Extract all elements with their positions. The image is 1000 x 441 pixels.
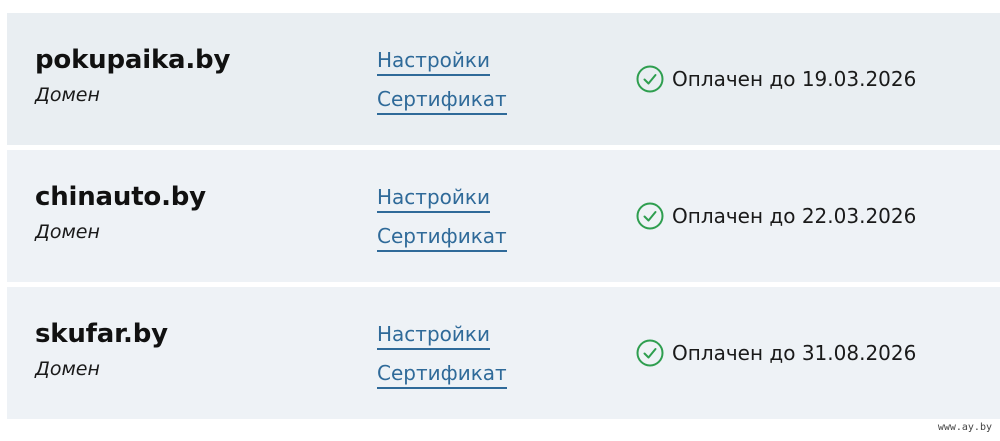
domain-name: pokupaika.by [35,45,231,75]
domain-row: chinauto.by Домен Настройки Сертификат О… [7,150,1000,282]
certificate-link[interactable]: Сертификат [377,86,507,115]
status-text: Оплачен до 19.03.2026 [672,67,917,91]
domain-row: pokupaika.by Домен Настройки Сертификат … [7,13,1000,145]
payment-status: Оплачен до 22.03.2026 [636,202,916,230]
check-circle-icon [636,339,664,367]
check-circle-icon [636,202,664,230]
settings-link[interactable]: Настройки [377,47,490,76]
domain-list: pokupaika.by Домен Настройки Сертификат … [7,13,1000,424]
payment-status: Оплачен до 19.03.2026 [636,65,916,93]
watermark: www.ay.by [937,422,992,433]
certificate-link[interactable]: Сертификат [377,223,507,252]
status-text: Оплачен до 31.08.2026 [672,341,917,365]
domain-name: skufar.by [35,319,168,349]
check-circle-icon [636,65,664,93]
domain-row: skufar.by Домен Настройки Сертификат Опл… [7,287,1000,419]
certificate-link[interactable]: Сертификат [377,360,507,389]
status-text: Оплачен до 22.03.2026 [672,204,917,228]
settings-link[interactable]: Настройки [377,321,490,350]
domain-type: Домен [35,84,100,106]
domain-type: Домен [35,358,100,380]
settings-link[interactable]: Настройки [377,184,490,213]
domain-name: chinauto.by [35,182,206,212]
payment-status: Оплачен до 31.08.2026 [636,339,916,367]
domain-type: Домен [35,221,100,243]
